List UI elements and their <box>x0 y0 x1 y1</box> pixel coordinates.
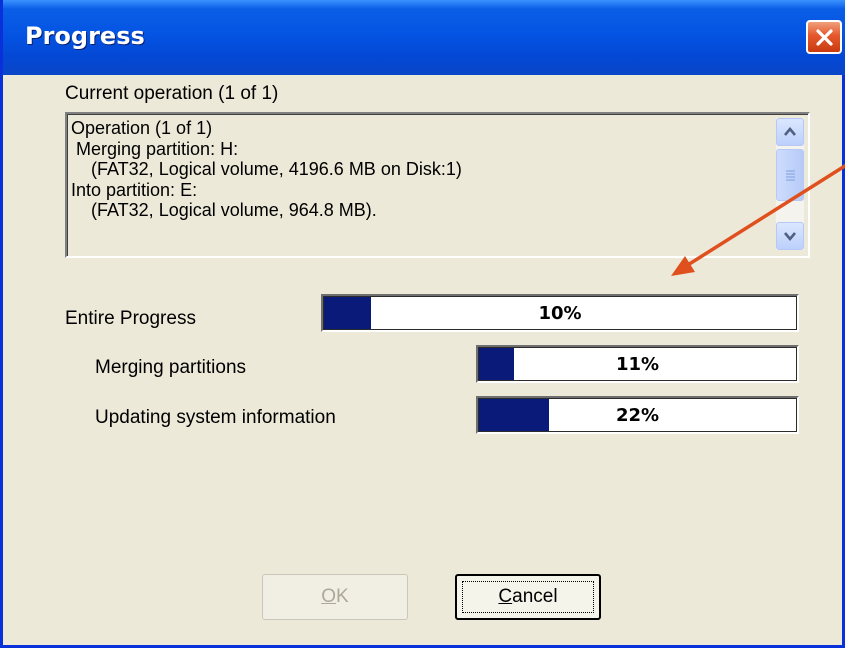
close-icon <box>816 29 833 46</box>
progress-dialog: Progress Current operation (1 of 1) Oper… <box>0 0 845 648</box>
entire-progress-bar: 10% <box>321 294 799 332</box>
ok-mnemonic: O <box>321 586 337 607</box>
operation-lines: Operation (1 of 1) Merging partition: H:… <box>71 118 761 221</box>
operation-line: (FAT32, Logical volume, 4196.6 MB on Dis… <box>71 159 462 179</box>
scroll-up-button[interactable] <box>776 118 804 146</box>
window-title: Progress <box>25 22 145 50</box>
operation-line: Into partition: E: <box>71 179 198 200</box>
title-bar[interactable]: Progress <box>3 0 845 75</box>
operation-line: Merging partition: H: <box>71 138 239 159</box>
progress-percent: 11% <box>615 353 660 375</box>
operation-line: (FAT32, Logical volume, 964.8 MB). <box>71 200 377 220</box>
progress-percent: 22% <box>615 404 660 426</box>
operation-line: Operation (1 of 1) <box>71 118 213 138</box>
arrow-annotation-icon <box>671 163 845 276</box>
current-operation-label: Current operation (1 of 1) <box>65 83 279 104</box>
ok-button[interactable]: OK <box>262 574 408 620</box>
merging-partitions-bar: 11% <box>476 345 799 383</box>
chevron-up-icon <box>784 126 796 136</box>
updating-system-information-label: Updating system information <box>95 407 336 428</box>
updating-system-information-bar: 22% <box>476 396 799 434</box>
entire-progress-label: Entire Progress <box>65 308 196 329</box>
focus-rectangle <box>462 581 594 613</box>
progress-percent: 10% <box>538 302 582 324</box>
ok-label-rest: K <box>336 586 349 607</box>
merging-partitions-label: Merging partitions <box>95 357 247 378</box>
close-button[interactable] <box>806 20 842 54</box>
cancel-button[interactable]: Cancel <box>455 574 601 620</box>
